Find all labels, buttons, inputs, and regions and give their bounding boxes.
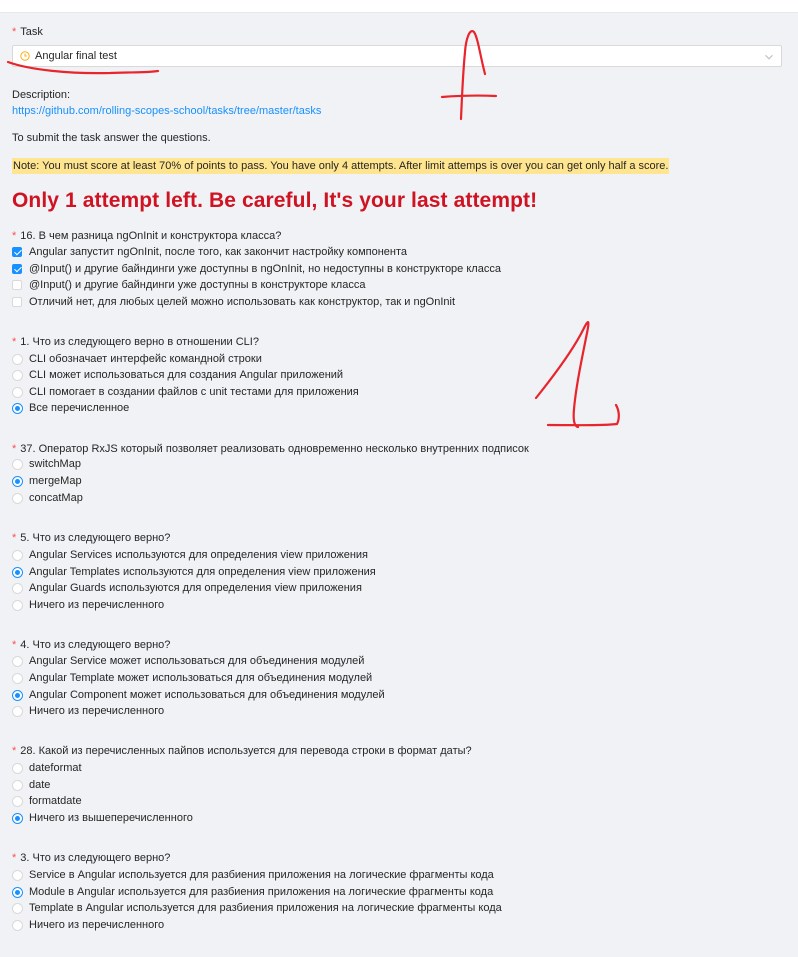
question-title: * 37. Оператор RxJS который позволяет реа… <box>12 443 529 455</box>
required-mark: * <box>12 230 17 242</box>
description-link[interactable]: https://github.com/rolling-scopes-school… <box>12 105 321 117</box>
question-text: 4. Что из следующего верно? <box>20 639 171 651</box>
radio-button[interactable] <box>12 567 23 578</box>
radio-button[interactable] <box>12 887 23 898</box>
option-label: Все перечисленное <box>29 402 130 414</box>
required-mark: * <box>12 336 17 348</box>
checkbox[interactable] <box>12 280 22 290</box>
radio-button[interactable] <box>12 796 23 807</box>
option-label: Ничего из перечисленного <box>29 599 165 611</box>
checkbox[interactable] <box>12 264 22 274</box>
required-mark: * <box>12 745 17 757</box>
option-label: Отличий нет, для любых целей можно испол… <box>29 296 456 308</box>
radio-button[interactable] <box>12 403 23 414</box>
task-label: * Task <box>12 25 43 39</box>
required-mark: * <box>12 26 17 38</box>
required-mark: * <box>12 532 17 544</box>
question-text: 5. Что из следующего верно? <box>20 532 171 544</box>
question-text: 37. Оператор RxJS который позволяет реал… <box>20 443 529 455</box>
option-label: Service в Angular используется для разби… <box>29 869 494 881</box>
checkbox[interactable] <box>12 297 22 307</box>
chevron-down-icon[interactable] <box>764 52 774 62</box>
question-text: 28. Какой из перечисленных пайпов исполь… <box>20 745 472 757</box>
question-title: * 28. Какой из перечисленных пайпов испол… <box>12 745 472 757</box>
radio-button[interactable] <box>12 673 23 684</box>
task-form: * Task Angular final test Description: ht… <box>0 12 798 957</box>
radio-button[interactable] <box>12 780 23 791</box>
last-attempt-warning: Only 1 attempt left. Be careful, It's yo… <box>12 189 538 212</box>
radio-button[interactable] <box>12 370 23 381</box>
radio-button[interactable] <box>12 387 23 398</box>
question-title: * 3. Что из следующего верно? <box>12 852 170 864</box>
option-label: Module в Angular используется для разбие… <box>29 886 494 898</box>
option-label: @Input() и другие байндинги уже доступны… <box>29 263 501 275</box>
option-label: switchMap <box>29 458 81 470</box>
task-label-text: Task <box>20 26 43 38</box>
option-label: Ничего из перечисленного <box>29 705 165 717</box>
radio-button[interactable] <box>12 354 23 365</box>
option-label: Angular Template может использоваться дл… <box>29 672 373 684</box>
task-select-value: Angular final test <box>35 50 117 62</box>
question-text: 1. Что из следующего верно в отношении C… <box>20 336 259 348</box>
option-label: date <box>29 779 51 791</box>
option-label: Ничего из вышеперечисленного <box>29 812 193 824</box>
question-title: * 5. Что из следующего верно? <box>12 532 170 544</box>
question-title: * 4. Что из следующего верно? <box>12 639 170 651</box>
radio-button[interactable] <box>12 763 23 774</box>
question-title: * 16. В чем разница ngOnInit и конструкто… <box>12 230 281 242</box>
radio-button[interactable] <box>12 476 23 487</box>
option-label: Angular Service может использоваться для… <box>29 655 365 667</box>
option-label: Angular Component может использоваться д… <box>29 689 385 701</box>
radio-button[interactable] <box>12 459 23 470</box>
radio-button[interactable] <box>12 600 23 611</box>
question-title: * 1. Что из следующего верно в отношении … <box>12 336 259 348</box>
option-label: Angular Guards используются для определе… <box>29 582 362 594</box>
option-label: Angular запустит ngOnInit, после того, к… <box>29 246 408 258</box>
option-label: Angular Services используются для опреде… <box>29 549 369 561</box>
required-mark: * <box>12 639 17 651</box>
radio-button[interactable] <box>12 903 23 914</box>
attempts-note: Note: You must score at least 70% of poi… <box>12 158 670 174</box>
radio-button[interactable] <box>12 813 23 824</box>
radio-button[interactable] <box>12 870 23 881</box>
radio-button[interactable] <box>12 656 23 667</box>
option-label: Template в Angular используется для разб… <box>29 902 502 914</box>
option-label: Angular Templates используются для опред… <box>29 566 376 578</box>
option-label: formatdate <box>29 795 82 807</box>
option-label: mergeMap <box>29 475 82 487</box>
question-text: 3. Что из следующего верно? <box>20 852 171 864</box>
radio-button[interactable] <box>12 920 23 931</box>
radio-button[interactable] <box>12 706 23 717</box>
description-label: Description: <box>12 89 71 101</box>
required-mark: * <box>12 443 17 455</box>
radio-button[interactable] <box>12 690 23 701</box>
option-label: dateformat <box>29 762 82 774</box>
radio-button[interactable] <box>12 493 23 504</box>
clock-icon <box>20 51 30 61</box>
task-select[interactable]: Angular final test <box>12 45 782 67</box>
option-label: concatMap <box>29 492 83 504</box>
question-text: 16. В чем разница ngOnInit и конструктор… <box>20 230 282 242</box>
required-mark: * <box>12 852 17 864</box>
option-label: CLI может использоваться для создания An… <box>29 369 344 381</box>
checkbox[interactable] <box>12 247 22 257</box>
submit-instructions: To submit the task answer the questions. <box>12 132 211 144</box>
option-label: CLI помогает в создании файлов с unit те… <box>29 386 359 398</box>
radio-button[interactable] <box>12 550 23 561</box>
option-label: CLI обозначает интерфейс командной строк… <box>29 353 262 365</box>
option-label: Ничего из перечисленного <box>29 919 165 931</box>
option-label: @Input() и другие байндинги уже доступны… <box>29 279 366 291</box>
radio-button[interactable] <box>12 583 23 594</box>
